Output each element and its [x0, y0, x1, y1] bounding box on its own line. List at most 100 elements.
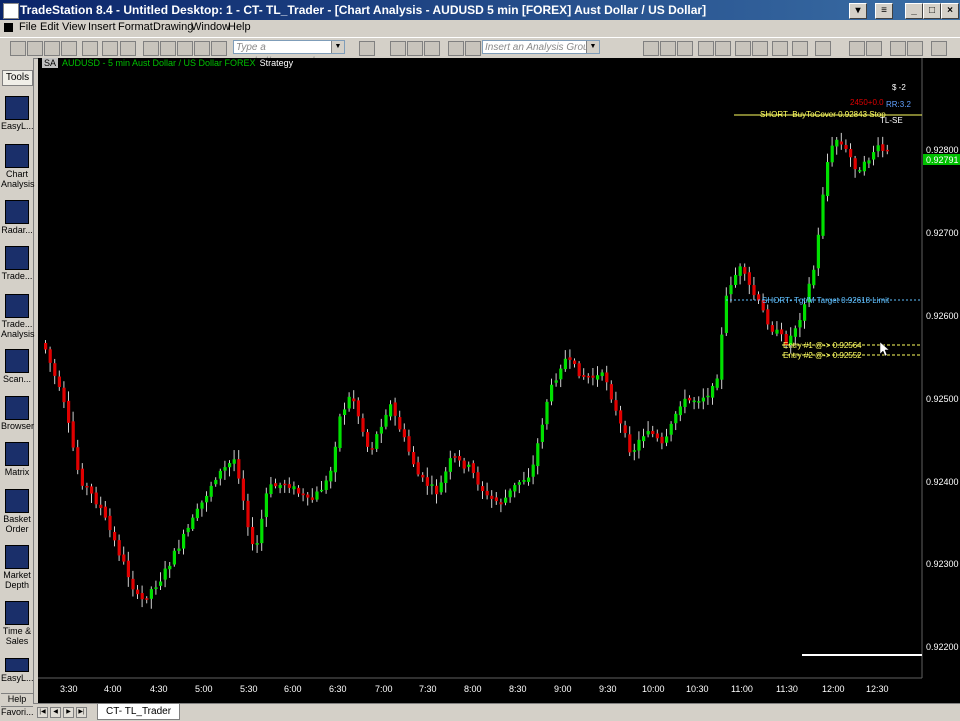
menu-format[interactable]: Format: [118, 21, 153, 33]
tool-easylanguage-2[interactable]: EasyL...: [1, 658, 34, 683]
bar-chart-icon[interactable]: [735, 41, 751, 56]
tool-chart-analysis[interactable]: Chart Analysis: [1, 144, 35, 189]
menu-help[interactable]: Help: [228, 21, 251, 33]
trade-annotations[interactable]: $ -2 2450+0.0 RR:3.2 SHORT- BuyToCover 0…: [726, 83, 922, 656]
table-icon[interactable]: [424, 41, 440, 56]
drawing-tool-icon[interactable]: [907, 41, 923, 56]
tool-basket-order[interactable]: Basket Order: [1, 489, 33, 534]
menu-file[interactable]: File: [19, 21, 37, 33]
chevron-down-icon[interactable]: ▼: [586, 41, 599, 53]
candle-body: [370, 448, 374, 450]
wrench-icon[interactable]: [931, 41, 947, 56]
tool-matrix[interactable]: Matrix: [1, 442, 33, 477]
chart-window-icon[interactable]: [4, 23, 13, 32]
print-icon[interactable]: [102, 41, 118, 56]
chevron-down-icon[interactable]: ▼: [331, 41, 344, 53]
analysis-group-input[interactable]: Insert an Analysis Group ▼: [482, 40, 600, 54]
indicator-icon[interactable]: [643, 41, 659, 56]
candle-body: [320, 489, 324, 492]
menu-edit[interactable]: Edit: [40, 21, 59, 33]
radar-icon: [5, 200, 29, 224]
menu-drawing[interactable]: Drawing: [153, 21, 193, 33]
chart-analysis-icon: [5, 144, 29, 168]
format-icon[interactable]: [677, 41, 693, 56]
time-tick-label: 9:00: [554, 684, 572, 694]
toolbar: Type a symbol/command▼ Insert an Analysi…: [0, 37, 960, 67]
entry-1-label[interactable]: Entry #1 @-> 0.92564: [783, 341, 862, 350]
first-tab-icon[interactable]: |◀: [37, 707, 48, 718]
cascade-icon[interactable]: [177, 41, 193, 56]
entry-2-label[interactable]: Entry #2 @-> 0.92552: [783, 351, 862, 360]
price-chart[interactable]: 0.92800 0.92700 0.92600 0.92500 0.92400 …: [38, 58, 960, 704]
time-tick-label: 6:30: [329, 684, 347, 694]
menu-view[interactable]: View: [62, 21, 86, 33]
next-tab-icon[interactable]: ▶: [63, 707, 74, 718]
data-window-icon[interactable]: [815, 41, 831, 56]
symbol-input[interactable]: Type a symbol/command▼: [233, 40, 345, 67]
point-figure-icon[interactable]: [792, 41, 808, 56]
prev-tab-icon[interactable]: ◀: [50, 707, 61, 718]
chart-menu-button[interactable]: ≡: [875, 3, 893, 19]
tools-help-tab[interactable]: Help: [1, 693, 33, 704]
candle-body: [333, 446, 337, 473]
maximize-button[interactable]: □: [923, 3, 941, 19]
candle-body: [720, 334, 724, 380]
tool-time-sales[interactable]: Time & Sales: [1, 601, 33, 646]
window-arrange-icon[interactable]: [143, 41, 159, 56]
link-windows-icon[interactable]: [448, 41, 464, 56]
paintbar-icon[interactable]: [715, 41, 731, 56]
line-chart-icon[interactable]: [772, 41, 788, 56]
link-icon[interactable]: [194, 41, 210, 56]
candle-body: [651, 430, 655, 435]
save-icon[interactable]: [61, 41, 77, 56]
close-button[interactable]: ×: [941, 3, 959, 19]
tool-scanner[interactable]: Scan...: [1, 349, 33, 384]
tool-easylanguage[interactable]: EasyL...: [1, 96, 34, 131]
sa-badge[interactable]: SA: [42, 58, 59, 68]
minimize-chart-button[interactable]: ▾: [849, 3, 867, 19]
tool-browser[interactable]: Browser: [1, 396, 34, 431]
tool-radarscreen[interactable]: Radar...: [1, 200, 33, 235]
workspace-icon[interactable]: [82, 41, 98, 56]
candle-body: [835, 139, 839, 147]
tab-ct-tl-trader[interactable]: CT- TL_Trader: [97, 704, 181, 720]
menu-window[interactable]: Window: [191, 21, 230, 33]
candle-body: [76, 447, 80, 470]
candle-body: [660, 436, 664, 444]
last-tab-icon[interactable]: ▶|: [76, 707, 87, 718]
candle-body: [706, 395, 710, 398]
chart-type-icon[interactable]: [390, 41, 406, 56]
pointer-icon[interactable]: [890, 41, 906, 56]
tool-trade-analysis[interactable]: Trade... Analysis: [1, 294, 35, 339]
folder-icon[interactable]: [44, 41, 60, 56]
position-label: $ -2: [892, 83, 906, 92]
open-icon[interactable]: [27, 41, 43, 56]
time-tick-label: 10:00: [642, 684, 665, 694]
globe-icon[interactable]: [211, 41, 227, 56]
symbol-go-icon[interactable]: [359, 41, 375, 56]
strategy-icon[interactable]: [660, 41, 676, 56]
tool-trade-manager[interactable]: Trade...: [1, 246, 33, 281]
candle-body: [384, 414, 388, 427]
candlestick-icon[interactable]: [752, 41, 768, 56]
zoom-in-icon[interactable]: [849, 41, 865, 56]
tile-icon[interactable]: [160, 41, 176, 56]
target-order-label[interactable]: SHORT- Tgt/M Target 0.92618 Limit: [762, 296, 890, 305]
candle-body: [858, 170, 862, 172]
candle-body: [149, 589, 153, 599]
grid-icon[interactable]: [407, 41, 423, 56]
showme-icon[interactable]: [698, 41, 714, 56]
stop-order-label[interactable]: SHORT- BuyToCover 0.92843 Stop: [760, 110, 886, 119]
zoom-out-icon[interactable]: [866, 41, 882, 56]
tool-market-depth[interactable]: Market Depth: [1, 545, 33, 590]
cut-icon[interactable]: [120, 41, 136, 56]
refresh-icon[interactable]: [465, 41, 481, 56]
new-icon[interactable]: [10, 41, 26, 56]
menu-insert[interactable]: Insert: [88, 21, 116, 33]
chart-area[interactable]: 0.92800 0.92700 0.92600 0.92500 0.92400 …: [38, 58, 960, 704]
tools-favorites-tab[interactable]: Favori...: [1, 706, 34, 717]
candle-body: [697, 401, 701, 403]
trade-analysis-icon: [5, 294, 29, 318]
minimize-button[interactable]: _: [905, 3, 923, 19]
candle-body: [379, 426, 383, 434]
